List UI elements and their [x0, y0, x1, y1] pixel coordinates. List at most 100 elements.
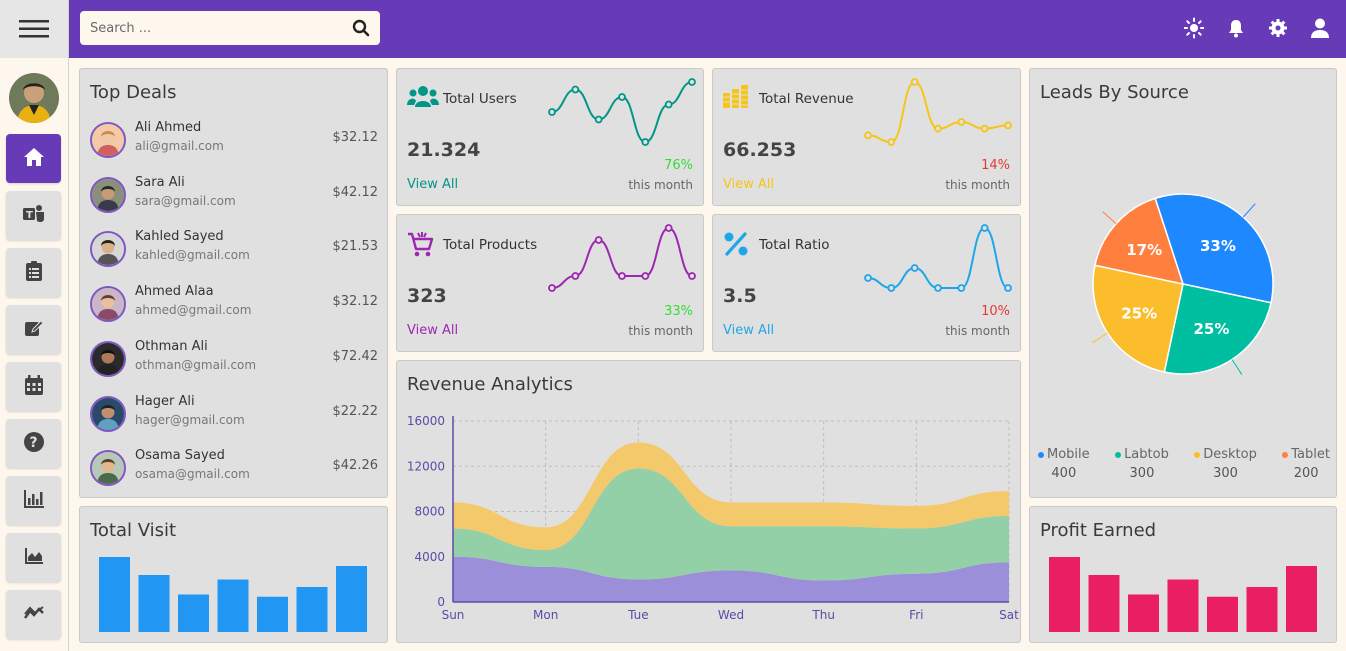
- search-icon[interactable]: [352, 19, 370, 41]
- clipboard-icon: [25, 260, 42, 285]
- cart-icon: [407, 231, 439, 257]
- deal-name: Othman Ali: [135, 338, 208, 354]
- leads-title: Leads By Source: [1040, 82, 1189, 103]
- sparkline-point: [664, 100, 673, 109]
- legend-label: Desktop: [1203, 447, 1257, 462]
- sun-icon[interactable]: [1183, 17, 1205, 39]
- sidebar-item-area-chart[interactable]: [6, 533, 61, 582]
- view-all-link[interactable]: View All: [723, 323, 774, 338]
- teams-icon: T: [22, 204, 45, 228]
- question-icon: ?: [23, 431, 44, 456]
- users-icon: [407, 85, 439, 111]
- pie-slice-label: 33%: [1200, 237, 1236, 255]
- sidebar: T ?: [0, 58, 69, 651]
- y-tick-label: 8000: [414, 505, 445, 519]
- sidebar-item-calendar[interactable]: [6, 362, 61, 411]
- total-visit-card: Total Visit: [79, 506, 388, 643]
- legend-item[interactable]: Tablet 200: [1282, 447, 1330, 481]
- edit-icon: [24, 319, 44, 341]
- user-icon[interactable]: [1310, 17, 1330, 39]
- deal-row[interactable]: Othman Ali othman@gmail.com $72.42: [90, 339, 378, 379]
- bell-icon[interactable]: [1226, 17, 1246, 39]
- sparkline-point: [864, 274, 872, 282]
- top-bar: [0, 0, 1346, 58]
- deal-avatar: [90, 340, 126, 377]
- deal-email: kahled@gmail.com: [135, 248, 250, 263]
- x-tick-label: Thu: [811, 608, 835, 622]
- deal-row[interactable]: Ali Ahmed ali@gmail.com $32.12: [90, 120, 378, 160]
- sparkline-point: [548, 284, 556, 292]
- legend-item[interactable]: Desktop 300: [1194, 447, 1257, 481]
- view-all-link[interactable]: View All: [407, 177, 458, 192]
- y-tick-label: 4000: [414, 550, 445, 564]
- sidebar-item-teams[interactable]: T: [6, 191, 61, 240]
- percent-icon: [723, 231, 755, 257]
- deal-avatar: [90, 286, 126, 323]
- deal-row[interactable]: Sara Ali sara@gmail.com $42.12: [90, 175, 378, 215]
- total-visit-title: Total Visit: [90, 520, 177, 541]
- sparkline-point: [957, 118, 966, 126]
- deal-avatar: [90, 122, 126, 158]
- sparkline-chart: [864, 224, 1012, 292]
- sparkline-chart: [548, 78, 696, 146]
- coins-icon: [723, 85, 755, 111]
- search-input[interactable]: [80, 11, 342, 45]
- area-chart-icon: [24, 547, 43, 568]
- avatar[interactable]: [9, 73, 59, 123]
- deal-amount: $42.26: [332, 458, 379, 474]
- sidebar-item-edit[interactable]: [6, 305, 61, 354]
- deal-row[interactable]: Ahmed Alaa ahmed@gmail.com $32.12: [90, 284, 378, 324]
- deal-row[interactable]: Kahled Sayed kahled@gmail.com $21.53: [90, 229, 378, 269]
- sparkline-point: [641, 272, 650, 280]
- sidebar-item-help[interactable]: ?: [6, 419, 61, 468]
- bar: [1088, 575, 1120, 632]
- total-products-card: Total Products 323 View All 33% this month: [396, 214, 704, 352]
- sidebar-item-home[interactable]: [6, 134, 61, 183]
- top-deals-title: Top Deals: [90, 82, 177, 103]
- legend-item[interactable]: Mobile 400: [1038, 447, 1090, 481]
- deal-amount: $22.22: [332, 403, 379, 419]
- bar: [296, 587, 328, 632]
- stat-percent: 33%: [664, 304, 693, 319]
- deal-avatar: [90, 395, 126, 432]
- bar: [1286, 566, 1317, 632]
- pie-leader-line: [1102, 211, 1117, 225]
- sparkline: [867, 80, 1009, 144]
- deal-email: hager@gmail.com: [135, 412, 245, 427]
- sparkline-point: [664, 224, 673, 232]
- deal-amount: $42.12: [332, 184, 379, 200]
- leads-pie-chart: 33% 25% 25% 17%: [1092, 193, 1274, 375]
- gear-icon[interactable]: [1268, 17, 1288, 39]
- sparkline-point: [910, 78, 919, 86]
- legend-dot: [1115, 451, 1122, 458]
- menu-toggle-button[interactable]: [0, 0, 69, 58]
- legend-value: 300: [1129, 466, 1155, 481]
- home-icon: [23, 147, 44, 170]
- view-all-link[interactable]: View All: [723, 177, 774, 192]
- bar: [1207, 596, 1238, 632]
- y-tick-label: 0: [437, 595, 445, 609]
- deal-row[interactable]: Osama Sayed osama@gmail.com $42.26: [90, 448, 378, 488]
- sparkline-point: [887, 284, 896, 292]
- deal-avatar: [90, 231, 126, 268]
- bar: [257, 596, 288, 632]
- sparkline-point: [548, 108, 556, 116]
- pie-leader-line: [1242, 203, 1256, 218]
- sidebar-item-bar-chart[interactable]: [6, 476, 61, 525]
- deal-amount: $21.53: [332, 239, 379, 255]
- view-all-link[interactable]: View All: [407, 323, 458, 338]
- pie-leader-line: [1231, 359, 1243, 375]
- sidebar-item-trend[interactable]: [6, 590, 61, 639]
- deal-amount: $72.42: [332, 348, 379, 364]
- sparkline-point: [571, 85, 580, 94]
- pie-leader-line: [1092, 332, 1108, 344]
- stat-period: this month: [945, 324, 1010, 338]
- trend-icon: [23, 605, 44, 624]
- legend-item[interactable]: Labtob 300: [1115, 447, 1169, 481]
- bar: [217, 579, 249, 632]
- legend-label: Labtob: [1124, 447, 1169, 462]
- svg-text:?: ?: [29, 435, 37, 451]
- deal-row[interactable]: Hager Ali hager@gmail.com $22.22: [90, 394, 378, 434]
- sparkline-point: [571, 272, 580, 280]
- sidebar-item-clipboard[interactable]: [6, 248, 61, 297]
